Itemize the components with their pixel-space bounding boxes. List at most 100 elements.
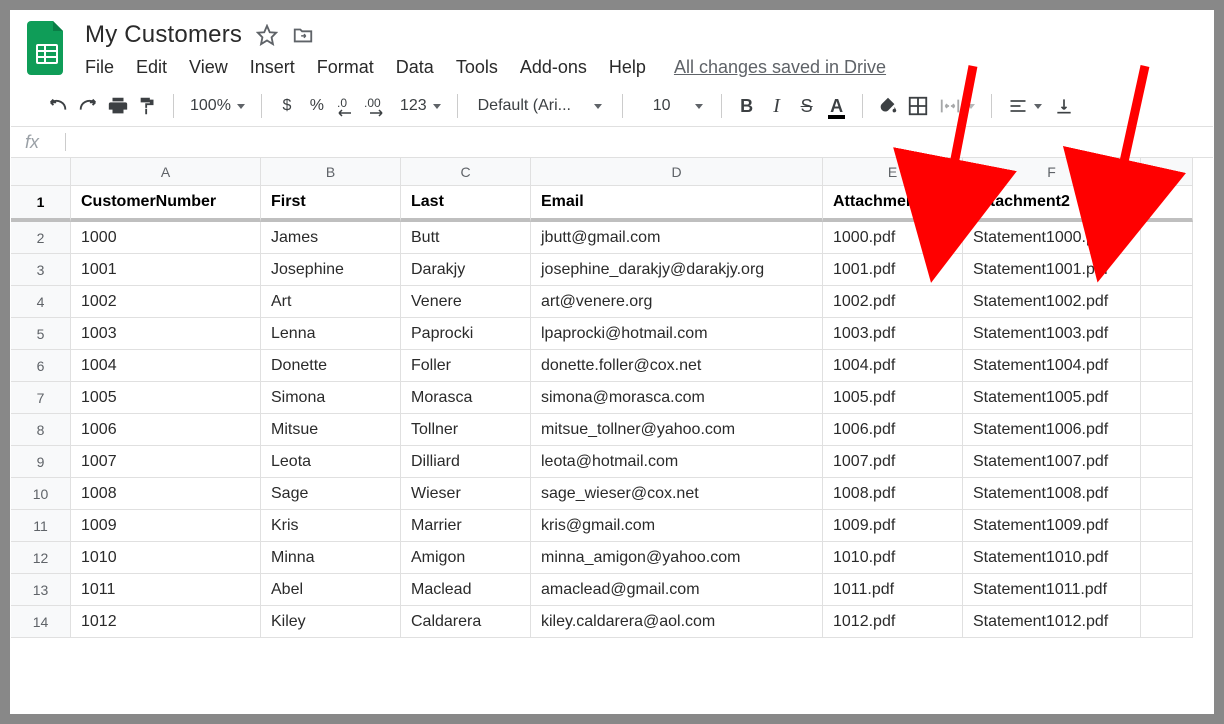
row-header[interactable]: 7 [11, 382, 71, 414]
data-cell[interactable]: Maclead [401, 574, 531, 606]
data-cell[interactable]: Statement1006.pdf [963, 414, 1141, 446]
data-cell[interactable]: 1005.pdf [823, 382, 963, 414]
data-cell[interactable]: Statement1010.pdf [963, 542, 1141, 574]
menu-file[interactable]: File [85, 57, 114, 78]
data-cell[interactable]: Amigon [401, 542, 531, 574]
data-cell[interactable]: Statement1012.pdf [963, 606, 1141, 638]
row-header[interactable]: 11 [11, 510, 71, 542]
format-percent-button[interactable]: % [304, 92, 330, 120]
data-cell[interactable]: 1012.pdf [823, 606, 963, 638]
data-cell[interactable]: Paprocki [401, 318, 531, 350]
header-cell[interactable]: Attachment2 [963, 186, 1141, 222]
font-family-dropdown[interactable]: Default (Ari... [470, 92, 610, 120]
row-header[interactable]: 1 [11, 186, 71, 222]
data-cell[interactable]: 1001.pdf [823, 254, 963, 286]
formula-input[interactable] [76, 127, 1203, 157]
data-cell[interactable]: 1012 [71, 606, 261, 638]
data-cell[interactable]: 1002 [71, 286, 261, 318]
data-cell[interactable] [1141, 478, 1193, 510]
save-status[interactable]: All changes saved in Drive [674, 57, 886, 78]
data-cell[interactable]: Statement1011.pdf [963, 574, 1141, 606]
menu-view[interactable]: View [189, 57, 228, 78]
font-size-dropdown[interactable]: 10 [635, 92, 689, 120]
data-cell[interactable]: kiley.caldarera@aol.com [531, 606, 823, 638]
column-header[interactable]: D [531, 158, 823, 186]
data-cell[interactable]: Dilliard [401, 446, 531, 478]
data-cell[interactable]: 1008.pdf [823, 478, 963, 510]
italic-button[interactable]: I [764, 92, 790, 120]
data-cell[interactable]: simona@morasca.com [531, 382, 823, 414]
header-cell[interactable]: Attachment1 [823, 186, 963, 222]
data-cell[interactable]: Kiley [261, 606, 401, 638]
data-cell[interactable]: Wieser [401, 478, 531, 510]
data-cell[interactable]: James [261, 222, 401, 254]
column-header[interactable]: F [963, 158, 1141, 186]
data-cell[interactable]: 1002.pdf [823, 286, 963, 318]
column-header[interactable]: B [261, 158, 401, 186]
menu-tools[interactable]: Tools [456, 57, 498, 78]
header-cell[interactable] [1141, 186, 1193, 222]
row-header[interactable]: 12 [11, 542, 71, 574]
data-cell[interactable]: Kris [261, 510, 401, 542]
row-header[interactable]: 3 [11, 254, 71, 286]
increase-decimal-button[interactable]: .00 [364, 92, 392, 120]
data-cell[interactable]: Art [261, 286, 401, 318]
data-cell[interactable]: 1010 [71, 542, 261, 574]
menu-format[interactable]: Format [317, 57, 374, 78]
row-header[interactable]: 2 [11, 222, 71, 254]
data-cell[interactable]: Caldarera [401, 606, 531, 638]
row-header[interactable]: 6 [11, 350, 71, 382]
data-cell[interactable]: 1009 [71, 510, 261, 542]
data-cell[interactable]: josephine_darakjy@darakjy.org [531, 254, 823, 286]
data-cell[interactable]: jbutt@gmail.com [531, 222, 823, 254]
data-cell[interactable]: 1003.pdf [823, 318, 963, 350]
menu-help[interactable]: Help [609, 57, 646, 78]
vertical-align-button[interactable] [1050, 92, 1078, 120]
data-cell[interactable]: Donette [261, 350, 401, 382]
doc-title[interactable]: My Customers [85, 21, 242, 49]
decrease-decimal-button[interactable]: .0 [334, 92, 360, 120]
header-cell[interactable]: Email [531, 186, 823, 222]
data-cell[interactable] [1141, 350, 1193, 382]
row-header[interactable]: 9 [11, 446, 71, 478]
strikethrough-button[interactable]: S [794, 92, 820, 120]
data-cell[interactable]: Simona [261, 382, 401, 414]
row-header[interactable]: 13 [11, 574, 71, 606]
data-cell[interactable]: 1005 [71, 382, 261, 414]
data-cell[interactable]: Statement1008.pdf [963, 478, 1141, 510]
data-cell[interactable] [1141, 318, 1193, 350]
data-cell[interactable] [1141, 510, 1193, 542]
data-cell[interactable]: 1001 [71, 254, 261, 286]
data-cell[interactable] [1141, 414, 1193, 446]
spreadsheet-grid[interactable]: ABCDEF1CustomerNumberFirstLastEmailAttac… [11, 158, 1213, 638]
data-cell[interactable]: lpaprocki@hotmail.com [531, 318, 823, 350]
row-header[interactable]: 10 [11, 478, 71, 510]
data-cell[interactable]: Tollner [401, 414, 531, 446]
paint-format-icon[interactable] [135, 92, 161, 120]
column-header[interactable]: A [71, 158, 261, 186]
data-cell[interactable]: 1007 [71, 446, 261, 478]
merge-cells-button[interactable] [935, 92, 979, 120]
select-all-corner[interactable] [11, 158, 71, 186]
data-cell[interactable] [1141, 574, 1193, 606]
data-cell[interactable] [1141, 446, 1193, 478]
data-cell[interactable]: 1004.pdf [823, 350, 963, 382]
data-cell[interactable]: Darakjy [401, 254, 531, 286]
data-cell[interactable] [1141, 606, 1193, 638]
data-cell[interactable]: 1000 [71, 222, 261, 254]
data-cell[interactable]: Statement1002.pdf [963, 286, 1141, 318]
data-cell[interactable]: Abel [261, 574, 401, 606]
row-header[interactable]: 8 [11, 414, 71, 446]
undo-icon[interactable] [45, 92, 71, 120]
data-cell[interactable]: Statement1003.pdf [963, 318, 1141, 350]
data-cell[interactable]: 1011.pdf [823, 574, 963, 606]
zoom-dropdown[interactable]: 100% [186, 92, 249, 120]
data-cell[interactable]: Josephine [261, 254, 401, 286]
redo-icon[interactable] [75, 92, 101, 120]
data-cell[interactable]: donette.foller@cox.net [531, 350, 823, 382]
row-header[interactable]: 4 [11, 286, 71, 318]
data-cell[interactable]: minna_amigon@yahoo.com [531, 542, 823, 574]
header-cell[interactable]: First [261, 186, 401, 222]
data-cell[interactable]: Minna [261, 542, 401, 574]
column-header[interactable] [1141, 158, 1193, 186]
